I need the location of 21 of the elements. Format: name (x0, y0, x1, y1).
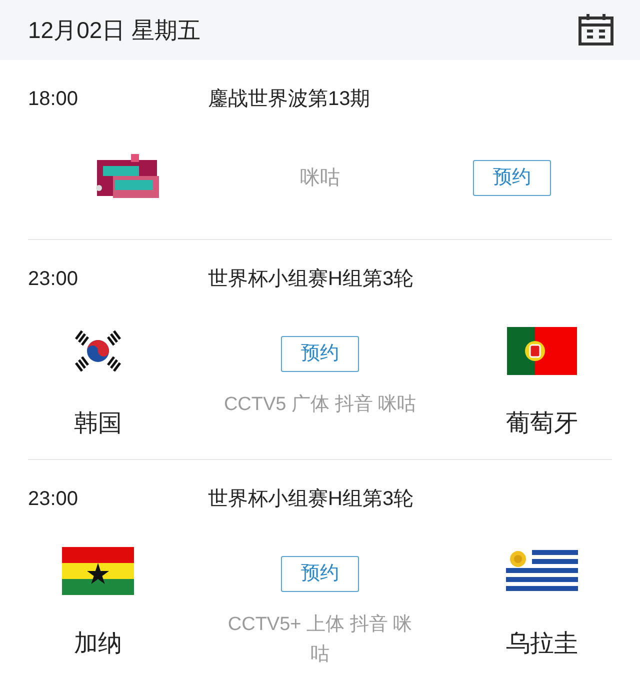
team-name: 乌拉圭 (506, 629, 578, 659)
team-name: 韩国 (74, 409, 122, 439)
team-name: 葡萄牙 (506, 409, 578, 439)
channel-list: CCTV5 广体 抖音 咪咕 (224, 390, 416, 420)
reserve-button[interactable]: 预约 (281, 556, 359, 592)
event-title: 世界杯小组赛H组第3轮 (208, 487, 414, 512)
flag-icon (506, 550, 578, 592)
event-time: 23:00 (28, 267, 80, 292)
flag-icon (62, 547, 134, 595)
date-heading: 12月02日 星期五 (28, 16, 201, 45)
event-title: 鏖战世界波第13期 (208, 87, 370, 112)
event-title: 世界杯小组赛H组第3轮 (208, 267, 414, 292)
reserve-button[interactable]: 预约 (473, 160, 551, 196)
channel-list: CCTV5+ 上体 抖音 咪咕 (220, 610, 420, 670)
team-name: 加纳 (74, 629, 122, 659)
event-time: 23:00 (28, 487, 80, 512)
flag-icon (507, 327, 577, 375)
channel-list: 咪咕 (300, 163, 340, 193)
calendar-icon[interactable] (578, 14, 614, 46)
reserve-button[interactable]: 预约 (281, 336, 359, 372)
event-time: 18:00 (28, 87, 80, 112)
